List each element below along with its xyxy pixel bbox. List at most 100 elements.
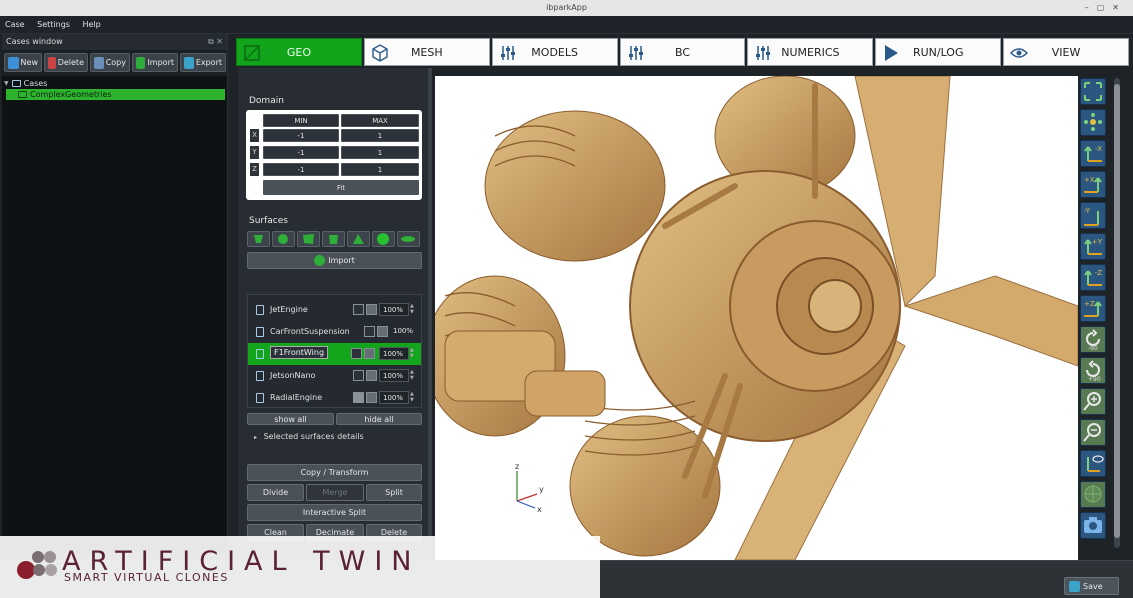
- camera-view-button[interactable]: [1080, 450, 1106, 477]
- center-view-button[interactable]: [1080, 109, 1106, 136]
- view-plus-z-button[interactable]: +Z: [1080, 295, 1106, 322]
- domain-y-min-input[interactable]: -1: [263, 146, 339, 159]
- opacity-input[interactable]: 100%: [379, 391, 409, 404]
- globe-icon: [1084, 485, 1102, 503]
- copy-transform-button[interactable]: Copy / Transform: [247, 464, 422, 481]
- surfaces-title: Surfaces: [249, 216, 288, 226]
- menu-settings[interactable]: Settings: [32, 16, 75, 34]
- ellipse-shape-button[interactable]: [397, 231, 420, 247]
- color-swatch[interactable]: [364, 348, 375, 359]
- scrollbar-thumb[interactable]: [1114, 84, 1120, 538]
- domain-x-min-input[interactable]: -1: [263, 129, 339, 142]
- panel-splitter[interactable]: [428, 68, 432, 538]
- rotate-plus-90-button[interactable]: +90: [1080, 357, 1106, 384]
- surface-row-carfrontsuspension[interactable]: CarFrontSuspension 100%: [248, 321, 421, 343]
- domain-x-max-input[interactable]: 1: [341, 129, 419, 142]
- surface-row-jetsonnano[interactable]: JetsonNano 100% ▲ ▼: [248, 365, 421, 387]
- zoom-in-button[interactable]: [1080, 388, 1106, 415]
- domain-z-max-input[interactable]: 1: [341, 163, 419, 176]
- cylinder-shape-button[interactable]: [322, 231, 345, 247]
- interactive-split-button[interactable]: Interactive Split: [247, 504, 422, 521]
- fit-view-button[interactable]: [1080, 78, 1106, 105]
- visibility-checkbox[interactable]: [353, 392, 364, 403]
- color-swatch[interactable]: [366, 370, 377, 381]
- hide-all-button[interactable]: hide all: [336, 413, 422, 425]
- color-swatch[interactable]: [377, 326, 388, 337]
- ellipse-icon: [401, 236, 415, 242]
- menu-case[interactable]: Case: [0, 16, 30, 34]
- selected-surfaces-details-toggle[interactable]: ▸ Selected surfaces details: [254, 432, 364, 441]
- domain-z-min-input[interactable]: -1: [263, 163, 339, 176]
- opacity-input[interactable]: 100%: [379, 303, 409, 316]
- view-minus-z-button[interactable]: -Z: [1080, 264, 1106, 291]
- rotate-minus-90-button[interactable]: -90: [1080, 326, 1106, 353]
- case-icon: [18, 91, 27, 98]
- opacity-spinner[interactable]: ▲ ▼: [410, 303, 416, 316]
- color-swatch[interactable]: [366, 304, 377, 315]
- sphere-shape-button[interactable]: [272, 231, 295, 247]
- tab-run-log[interactable]: RUN/LOG: [875, 38, 1002, 66]
- surface-file-icon: [256, 327, 264, 337]
- surface-shape-button[interactable]: [247, 231, 270, 247]
- import-case-button[interactable]: Import: [132, 53, 178, 72]
- domain-box: MIN MAX X -1 1 Y -1 1 Z -1 1 Fit: [246, 110, 422, 200]
- radial-engine-model: z y x: [435, 76, 1078, 560]
- domain-x-label: X: [250, 129, 259, 142]
- copy-case-button[interactable]: Copy: [90, 53, 130, 72]
- zoom-out-button[interactable]: [1080, 419, 1106, 446]
- visibility-checkbox[interactable]: [353, 370, 364, 381]
- opacity-spinner[interactable]: ▲ ▼: [410, 347, 416, 360]
- domain-y-max-input[interactable]: 1: [341, 146, 419, 159]
- surface-row-jetengine[interactable]: JetEngine 100% ▲ ▼: [248, 299, 421, 321]
- window-controls[interactable]: –▢✕: [1085, 0, 1127, 16]
- visibility-checkbox[interactable]: [353, 304, 364, 315]
- chevron-right-icon: ▸: [254, 434, 258, 441]
- color-swatch[interactable]: [366, 392, 377, 403]
- tree-root-cases[interactable]: ▼ Cases: [4, 78, 225, 89]
- screenshot-button[interactable]: [1080, 512, 1106, 539]
- window-titlebar: ibparkApp –▢✕: [0, 0, 1133, 16]
- domain-title: Domain: [249, 96, 284, 106]
- new-case-button[interactable]: New: [4, 53, 42, 72]
- opacity-spinner[interactable]: ▲ ▼: [410, 369, 416, 382]
- save-button[interactable]: Save: [1064, 577, 1119, 595]
- visibility-checkbox[interactable]: [364, 326, 375, 337]
- tree-item-complexgeometries[interactable]: ComplexGeometries: [6, 89, 225, 100]
- view-plus-y-button[interactable]: +Y: [1080, 233, 1106, 260]
- divide-button[interactable]: Divide: [247, 484, 304, 501]
- tab-models[interactable]: MODELS: [491, 38, 618, 66]
- wireframe-toggle-button[interactable]: [1080, 481, 1106, 508]
- cone-shape-button[interactable]: [347, 231, 370, 247]
- opacity-input[interactable]: 100%: [379, 347, 409, 360]
- tab-geo[interactable]: GEO: [236, 38, 362, 66]
- dock-controls-icon[interactable]: ⧉ ✕: [208, 34, 223, 50]
- ball-shape-button[interactable]: [372, 231, 395, 247]
- surface-row-radialengine[interactable]: RadialEngine 100% ▲ ▼: [248, 387, 421, 409]
- view-minus-x-button[interactable]: -X: [1080, 140, 1106, 167]
- fit-button[interactable]: Fit: [263, 180, 419, 195]
- visibility-checkbox[interactable]: [351, 348, 362, 359]
- opacity-spinner[interactable]: ▲ ▼: [410, 391, 416, 404]
- surface-row-f1frontwing[interactable]: F1FrontWing 100% ▲ ▼: [248, 343, 421, 365]
- tab-bc[interactable]: BC: [619, 38, 746, 66]
- plane-shape-button[interactable]: [297, 231, 320, 247]
- view-minus-y-button[interactable]: -Y: [1080, 202, 1106, 229]
- menu-help[interactable]: Help: [77, 16, 105, 34]
- right-scrollbar[interactable]: [1114, 78, 1120, 548]
- split-button[interactable]: Split: [366, 484, 422, 501]
- merge-button[interactable]: Merge: [306, 484, 364, 501]
- 3d-viewport[interactable]: z y x: [435, 76, 1078, 560]
- new-icon: [8, 56, 19, 69]
- axis-y-label: y: [539, 485, 544, 494]
- show-all-button[interactable]: show all: [247, 413, 334, 425]
- opacity-input[interactable]: 100%: [390, 325, 420, 338]
- chevron-down-icon[interactable]: ▼: [4, 78, 9, 89]
- tab-view[interactable]: VIEW: [1003, 38, 1130, 66]
- delete-case-button[interactable]: Delete: [44, 53, 88, 72]
- view-plus-x-button[interactable]: +X: [1080, 171, 1106, 198]
- opacity-input[interactable]: 100%: [379, 369, 409, 382]
- tab-numerics[interactable]: NUMERICS: [747, 38, 874, 66]
- import-surface-button[interactable]: Import: [247, 252, 422, 269]
- tab-mesh[interactable]: MESH: [363, 38, 490, 66]
- export-case-button[interactable]: Export: [180, 53, 226, 72]
